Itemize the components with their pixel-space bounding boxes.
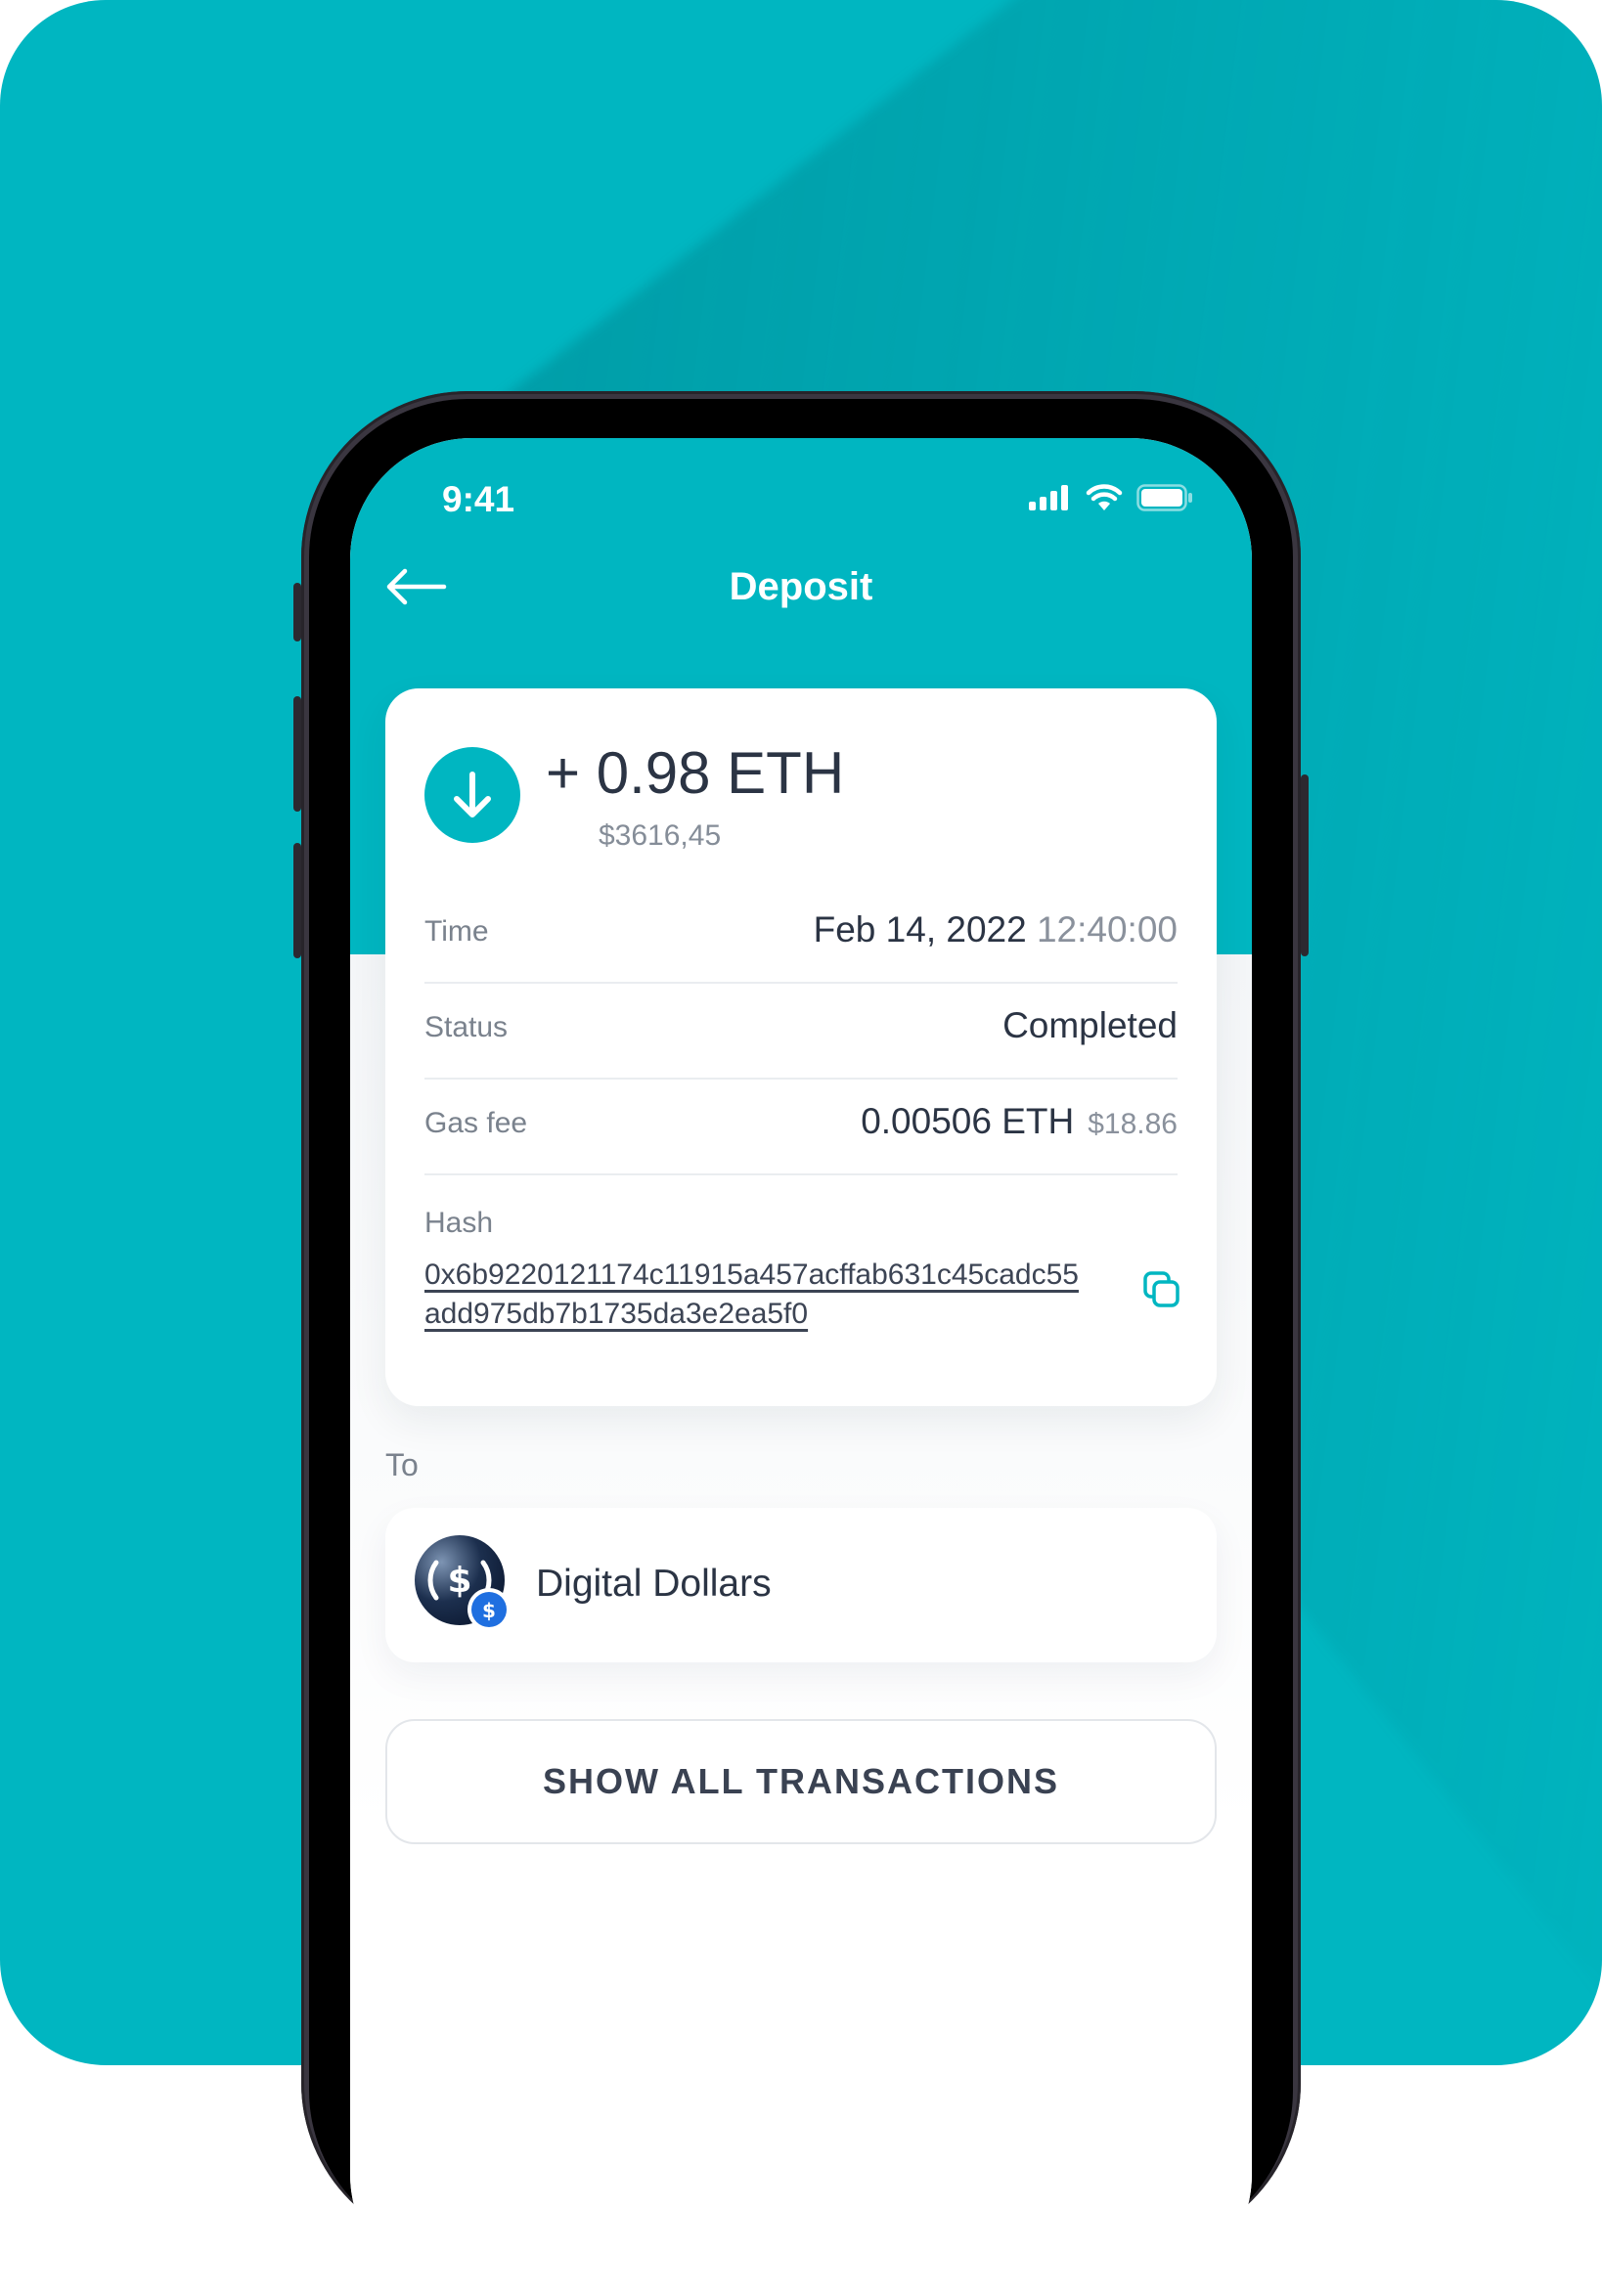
recipient-name: Digital Dollars (536, 1563, 772, 1605)
status-value: Completed (1002, 1005, 1178, 1045)
svg-text:$: $ (447, 1561, 471, 1601)
digital-dollars-logo-icon: $ $ (415, 1535, 511, 1631)
status-time: 9:41 (442, 479, 515, 519)
transaction-card: + 0.98 ETH $3616,45 Time Feb 14, 2022 12… (385, 688, 1217, 1406)
copy-icon[interactable] (1142, 1270, 1181, 1309)
gas-fee-eth: 0.00506 ETH (861, 1101, 1075, 1141)
status-label: Status (424, 1011, 509, 1043)
page-title: Deposit (729, 565, 873, 608)
battery-icon (1136, 484, 1192, 511)
phone-frame: 9:41 Deposit + 0.98 ETH $3616,45 Time Fe… (293, 391, 1309, 2296)
wifi-icon (1086, 484, 1123, 510)
gas-fee-row: Gas fee 0.00506 ETH $18.86 (424, 1078, 1178, 1175)
volume-up-button (293, 696, 301, 812)
gas-fee-fiat: $18.86 (1088, 1108, 1178, 1140)
volume-down-button (293, 843, 301, 958)
gas-fee-label: Gas fee (424, 1107, 528, 1139)
status-row: Status Completed (424, 982, 1178, 1080)
time-value: Feb 14, 2022 12:40:00 (814, 909, 1178, 950)
time-clock: 12:40:00 (1036, 909, 1178, 949)
hash-label: Hash (424, 1207, 494, 1239)
time-label: Time (424, 915, 489, 948)
to-label: To (385, 1447, 419, 1482)
recipient-card[interactable]: $ $ Digital Dollars (385, 1508, 1217, 1662)
svg-text:$: $ (482, 1599, 496, 1622)
time-row: Time Feb 14, 2022 12:40:00 (424, 886, 1178, 984)
app-screen: 9:41 Deposit + 0.98 ETH $3616,45 Time Fe… (350, 438, 1252, 2296)
mute-switch (293, 583, 301, 641)
deposit-badge (424, 747, 520, 843)
hash-line-2: add975db7b1735da3e2ea5f0 (424, 1298, 809, 1330)
transaction-amount: + 0.98 ETH (546, 740, 845, 806)
power-button (1301, 774, 1309, 956)
hash-link[interactable]: 0x6b9220121174c11915a457acffab631c45cadc… (424, 1256, 1129, 1334)
time-date: Feb 14, 2022 (813, 909, 1027, 949)
gas-fee-value: 0.00506 ETH $18.86 (861, 1101, 1178, 1142)
hash-line-1: 0x6b9220121174c11915a457acffab631c45cadc… (424, 1258, 1079, 1291)
signal-icon (1029, 485, 1068, 510)
arrow-down-icon (454, 772, 491, 817)
transaction-fiat-value: $3616,45 (599, 819, 722, 852)
show-all-transactions-button[interactable]: SHOW ALL TRANSACTIONS (385, 1719, 1217, 1844)
status-icons (1029, 481, 1193, 514)
